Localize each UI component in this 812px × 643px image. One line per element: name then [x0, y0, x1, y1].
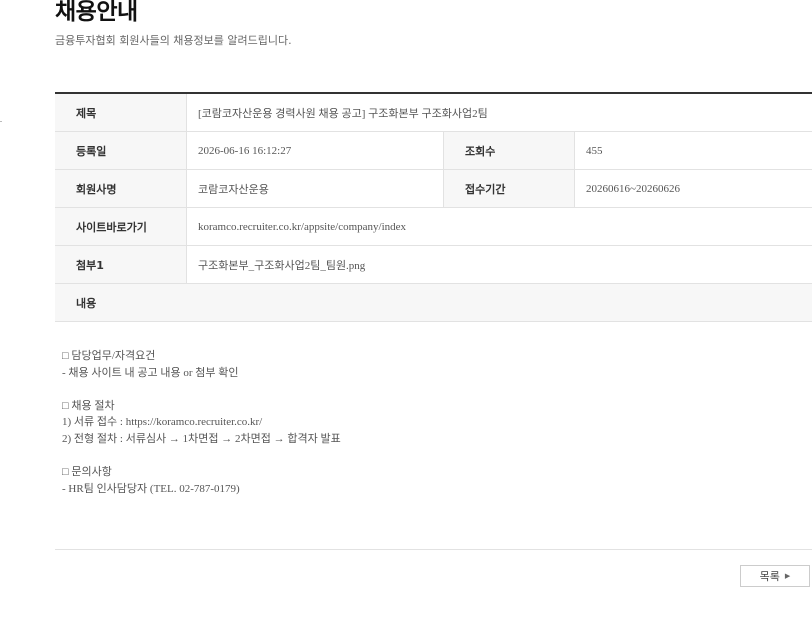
site-link[interactable]: koramco.recruiter.co.kr/appsite/company/…	[187, 208, 812, 245]
attachment-link[interactable]: 구조화본부_구조화사업2팀_팀원.png	[187, 246, 812, 283]
content-line: □ 채용 절차	[62, 399, 115, 412]
side-divider	[0, 121, 2, 122]
company-label: 회원사명	[55, 170, 187, 207]
page-title: 채용안내	[55, 0, 138, 25]
title-label: 제목	[55, 94, 187, 131]
row-company-period: 회원사명 코람코자산운용 접수기간 20260616~20260626	[55, 170, 812, 208]
attachment-label: 첨부1	[55, 246, 187, 283]
post-detail-table: 제목 [코람코자산운용 경력사원 채용 공고] 구조화본부 구조화사업2팀 등록…	[55, 92, 812, 322]
list-button-label: 목록	[759, 570, 780, 583]
row-title: 제목 [코람코자산운용 경력사원 채용 공고] 구조화본부 구조화사업2팀	[55, 94, 812, 132]
views-label: 조회수	[443, 132, 575, 169]
content-line: □ 문의사항	[62, 466, 112, 479]
row-attachment: 첨부1 구조화본부_구조화사업2팀_팀원.png	[55, 246, 812, 284]
date-value: 2026-06-16 16:12:27	[198, 144, 292, 157]
content-line	[62, 448, 341, 465]
page: 채용안내 금융투자협회 회원사들의 채용정보를 알려드립니다. 제목 [코람코자…	[0, 0, 812, 643]
content-line: - 채용 사이트 내 공고 내용 or 첨부 확인	[62, 366, 239, 379]
list-button[interactable]: 목록 ▶	[740, 565, 810, 587]
row-content-header: 내용	[55, 284, 812, 322]
content-label: 내용	[55, 284, 812, 321]
post-content: □ 담당업무/자격요건 - 채용 사이트 내 공고 내용 or 첨부 확인 □ …	[62, 348, 341, 497]
date-label: 등록일	[55, 132, 187, 169]
site-label: 사이트바로가기	[55, 208, 187, 245]
content-line: - HR팀 인사담당자 (TEL. 02-787-0179)	[62, 482, 240, 495]
company-value: 코람코자산운용	[198, 183, 269, 196]
row-site: 사이트바로가기 koramco.recruiter.co.kr/appsite/…	[55, 208, 812, 246]
period-value: 20260616~20260626	[586, 182, 680, 195]
title-value: [코람코자산운용 경력사원 채용 공고] 구조화본부 구조화사업2팀	[198, 107, 488, 120]
content-line: 2) 전형 절차 : 서류심사 → 1차면접 → 2차면접 → 합격자 발표	[62, 432, 341, 445]
triangle-right-icon: ▶	[784, 572, 791, 580]
content-divider	[55, 549, 812, 550]
page-subtitle: 금융투자협회 회원사들의 채용정보를 알려드립니다.	[55, 34, 292, 47]
period-label: 접수기간	[443, 170, 575, 207]
content-line: 1) 서류 접수 : https://koramco.recruiter.co.…	[62, 416, 263, 429]
content-line	[62, 381, 341, 398]
content-line: □ 담당업무/자격요건	[62, 350, 156, 362]
row-date-views: 등록일 2026-06-16 16:12:27 조회수 455	[55, 132, 812, 170]
views-value: 455	[586, 144, 603, 157]
